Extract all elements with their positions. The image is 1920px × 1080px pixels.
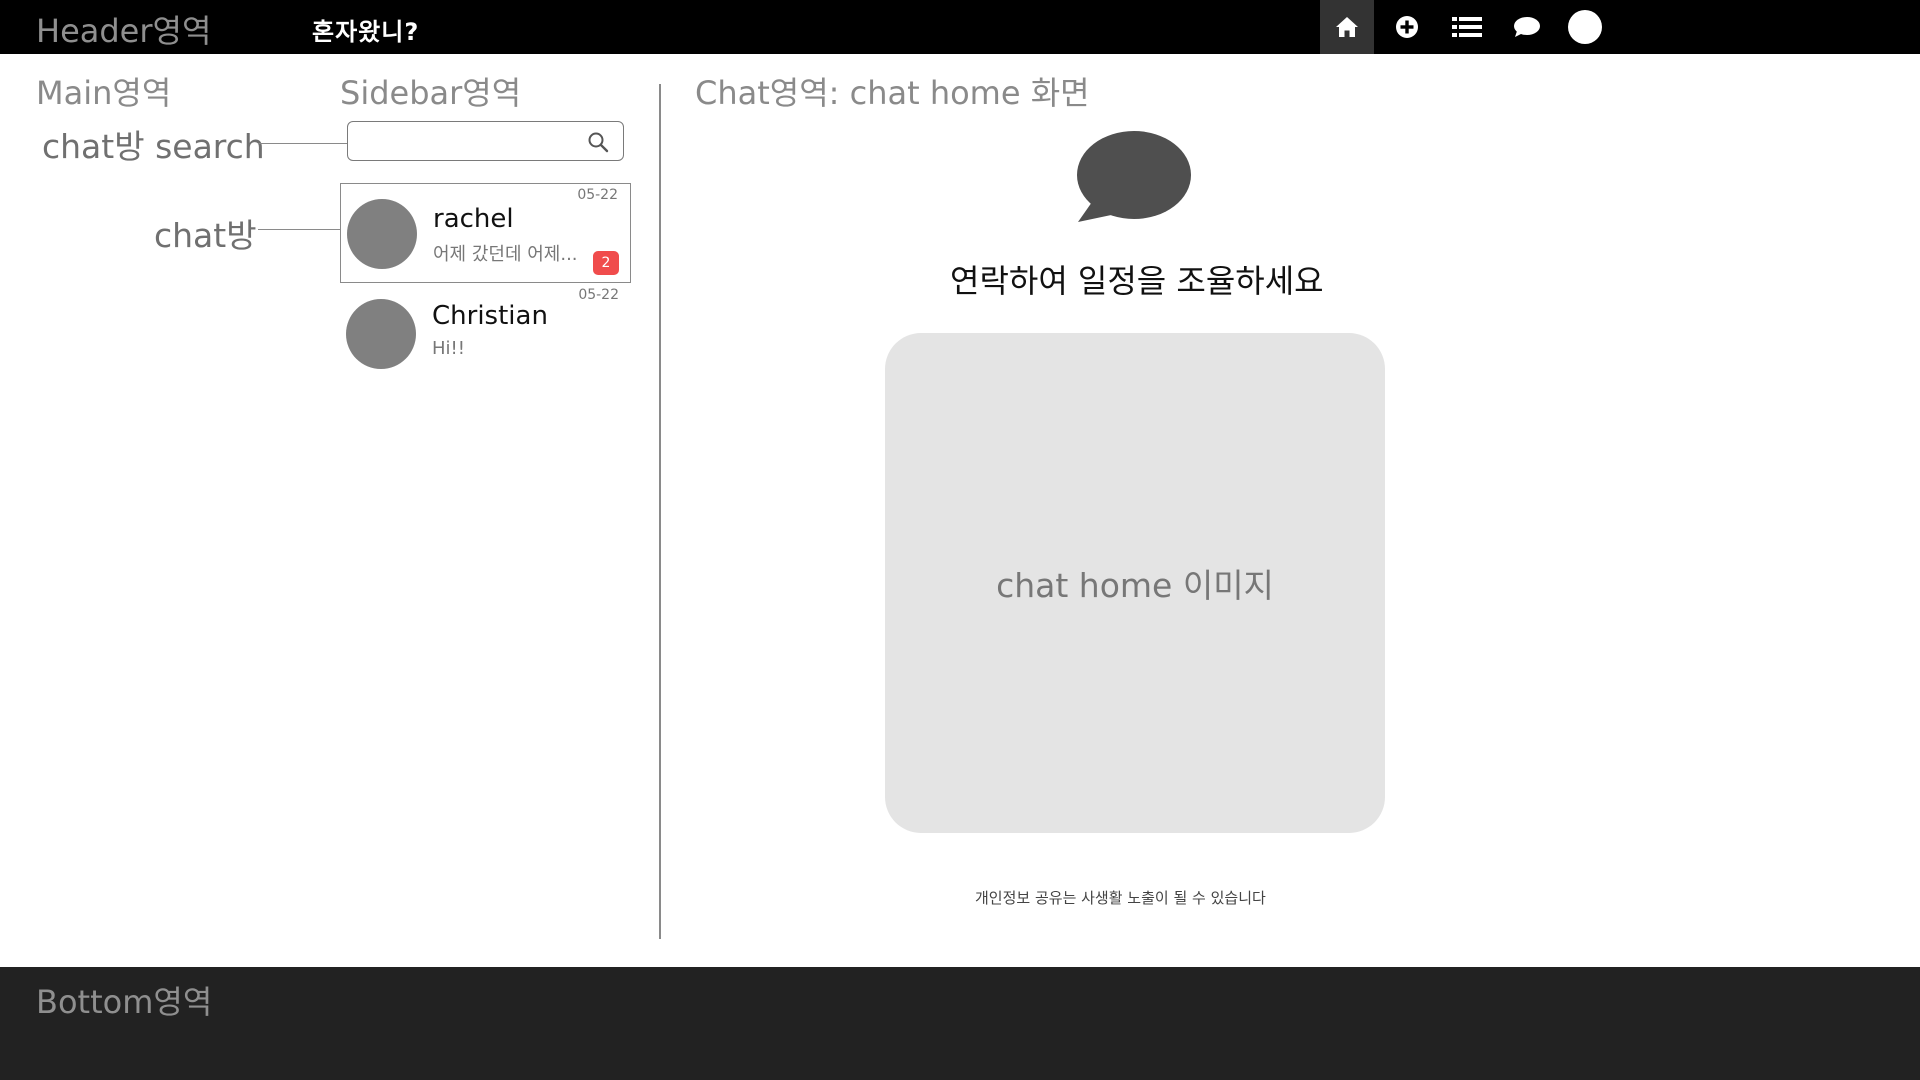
avatar — [347, 199, 417, 269]
chat-room-item[interactable]: rachel 어제 갔던데 어제... 05-22 2 — [340, 183, 631, 283]
chat-home-headline: 연락하여 일정을 조율하세요 — [950, 262, 1324, 300]
room-annotation-line — [258, 229, 340, 230]
search-input[interactable] — [358, 122, 588, 158]
chat-bubble-icon — [1514, 17, 1540, 37]
brand-logo[interactable]: 혼자왔니? — [312, 12, 419, 47]
main-area-annotation: Main영역 — [36, 74, 172, 112]
avatar — [346, 299, 416, 369]
room-last-message: Hi!! — [432, 338, 465, 359]
header: Header영역 혼자왔니? — [0, 0, 1920, 54]
chat-room-item[interactable]: Christian Hi!! 05-22 — [340, 283, 631, 383]
speech-bubble-icon — [1077, 131, 1191, 222]
search-annotation: chat방 search — [42, 127, 265, 166]
room-annotation: chat방 — [154, 216, 257, 255]
header-nav — [1320, 0, 1602, 54]
chat-home-image-label: chat home 이미지 — [996, 566, 1274, 605]
profile-avatar[interactable] — [1568, 10, 1602, 44]
home-button[interactable] — [1320, 0, 1374, 54]
home-icon — [1336, 17, 1358, 37]
room-last-message: 어제 갔던데 어제... — [433, 244, 578, 265]
chat-room-search — [347, 121, 624, 161]
chat-area-annotation: Chat영역: chat home 화면 — [695, 74, 1090, 112]
header-area-annotation: Header영역 — [36, 12, 212, 50]
sidebar-area-annotation: Sidebar영역 — [340, 74, 522, 112]
privacy-notice: 개인정보 공유는 사생활 노출이 될 수 있습니다 — [975, 889, 1266, 907]
chat-button[interactable] — [1500, 0, 1554, 54]
room-name: rachel — [433, 204, 514, 234]
add-button[interactable] — [1380, 0, 1434, 54]
plus-circle-icon — [1396, 16, 1418, 38]
room-date: 05-22 — [578, 287, 619, 303]
sidebar-divider — [659, 84, 661, 939]
room-name: Christian — [432, 301, 548, 331]
search-annotation-line — [258, 143, 347, 144]
list-icon — [1452, 17, 1482, 37]
list-button[interactable] — [1440, 0, 1494, 54]
room-date: 05-22 — [577, 187, 618, 203]
chat-home-image: chat home 이미지 — [885, 333, 1385, 833]
footer: Bottom영역 — [0, 967, 1920, 1080]
search-icon[interactable] — [587, 131, 609, 153]
unread-badge: 2 — [593, 251, 619, 275]
bottom-area-annotation: Bottom영역 — [36, 983, 213, 1021]
